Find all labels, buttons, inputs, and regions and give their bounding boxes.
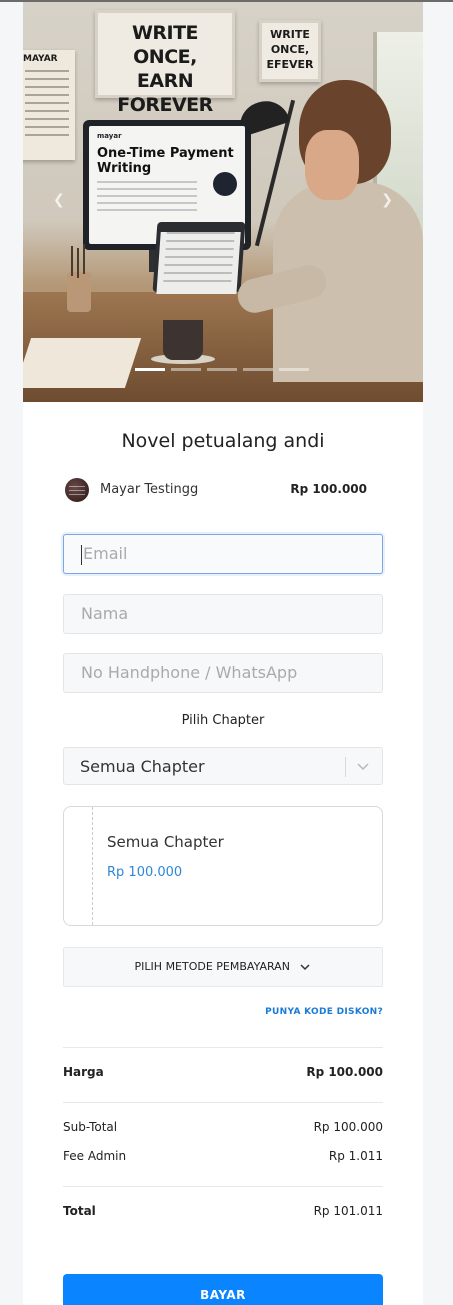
- name-placeholder: Nama: [81, 604, 129, 623]
- hero-poster-note: MAYAR: [23, 50, 75, 160]
- product-price: Rp 100.000: [290, 482, 367, 496]
- subtotal-label: Sub-Total: [63, 1120, 118, 1134]
- select-separator: [345, 757, 346, 777]
- carousel-dot[interactable]: [207, 368, 237, 371]
- chapter-option-name: Semua Chapter: [107, 833, 224, 851]
- harga-value: Rp 100.000: [306, 1065, 383, 1079]
- seller-row: Mayar Testingg Rp 100.000: [63, 478, 383, 502]
- pay-button[interactable]: BAYAR: [63, 1274, 383, 1305]
- chapter-label: Pilih Chapter: [181, 713, 265, 728]
- carousel-prev-icon[interactable]: ❮: [53, 192, 65, 208]
- chapter-option-price: Rp 100.000: [107, 865, 183, 880]
- email-placeholder: Email: [83, 544, 128, 563]
- chevron-down-icon[interactable]: [356, 759, 370, 773]
- hero-poster-side: WRITE ONCE, EFEVER: [259, 20, 321, 82]
- fee-value: Rp 1.011: [328, 1149, 383, 1163]
- phone-input[interactable]: No Handphone / WhatsApp: [63, 653, 383, 693]
- carousel-dot[interactable]: [135, 368, 165, 371]
- hero-pencil-jar: [67, 272, 91, 312]
- carousel-indicators: [135, 368, 309, 371]
- carousel-next-icon[interactable]: ❯: [381, 192, 393, 208]
- payment-method-button[interactable]: PILIH METODE PEMBAYARAN: [63, 947, 383, 987]
- card-divider: [92, 807, 93, 925]
- subtotal-value: Rp 100.000: [313, 1120, 383, 1134]
- divider: [63, 1047, 383, 1048]
- chapter-select-value: Semua Chapter: [80, 757, 205, 776]
- total-label: Total: [63, 1204, 96, 1218]
- email-input[interactable]: Email: [63, 534, 383, 574]
- phone-placeholder: No Handphone / WhatsApp: [81, 663, 298, 682]
- discount-code-link[interactable]: PUNYA KODE DISKON?: [265, 1007, 383, 1017]
- carousel-dot[interactable]: [279, 368, 309, 371]
- carousel-dot[interactable]: [243, 368, 273, 371]
- total-value: Rp 101.011: [313, 1204, 383, 1218]
- product-title: Novel petualang andi: [121, 430, 325, 452]
- text-caret: [81, 544, 82, 565]
- payment-method-label: PILIH METODE PEMBAYARAN: [134, 960, 290, 973]
- checkout-card: MAYAR WRITE ONCE, EARN FOREVER WRITE ONC…: [23, 2, 423, 1305]
- harga-label: Harga: [63, 1065, 104, 1079]
- hero-book: [23, 338, 142, 388]
- divider: [63, 1102, 383, 1103]
- hero-poster-main: WRITE ONCE, EARN FOREVER: [95, 10, 235, 116]
- chapter-option-card[interactable]: Semua Chapter Rp 100.000: [63, 806, 383, 926]
- hero-mug: [163, 320, 203, 360]
- chevron-down-icon: [300, 964, 310, 971]
- carousel-dot[interactable]: [171, 368, 201, 371]
- seller-avatar: [65, 478, 89, 502]
- name-input[interactable]: Nama: [63, 594, 383, 634]
- seller-name: Mayar Testingg: [100, 482, 199, 497]
- chapter-select[interactable]: Semua Chapter: [63, 747, 383, 785]
- divider: [63, 1186, 383, 1187]
- product-image-carousel[interactable]: MAYAR WRITE ONCE, EARN FOREVER WRITE ONC…: [23, 2, 423, 402]
- hero-pencils: [71, 246, 73, 276]
- hero-laptop: [152, 222, 246, 294]
- fee-label: Fee Admin: [63, 1149, 127, 1163]
- hero-person-face: [305, 130, 359, 200]
